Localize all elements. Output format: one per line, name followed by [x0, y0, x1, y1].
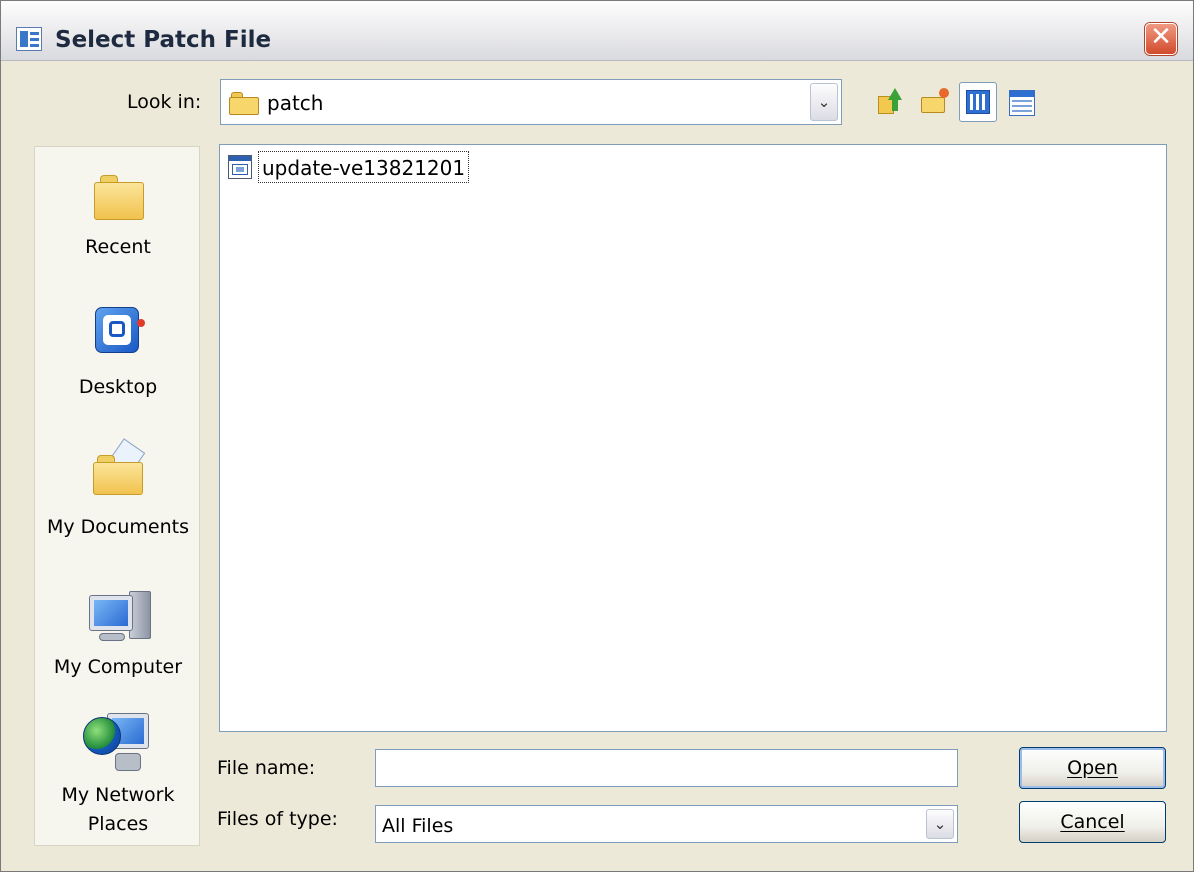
place-my-network-places[interactable]: My Network Places: [35, 713, 201, 843]
app-window-icon: [16, 27, 42, 51]
cancel-button[interactable]: Cancel: [1019, 801, 1166, 843]
files-of-type-value: All Files: [382, 815, 454, 837]
place-my-documents[interactable]: My Documents: [35, 438, 201, 553]
file-name-text: update-ve13821201: [258, 151, 470, 183]
file-name-label: File name:: [217, 757, 316, 779]
chevron-down-icon: ⌄: [817, 93, 831, 111]
files-of-type-dropdown-button[interactable]: ⌄: [926, 809, 954, 839]
application-file-icon: [228, 155, 252, 179]
place-desktop[interactable]: Desktop: [35, 305, 201, 415]
place-recent[interactable]: Recent: [35, 175, 201, 285]
file-list[interactable]: update-ve13821201: [219, 144, 1167, 732]
file-name-field[interactable]: [375, 749, 958, 787]
look-in-dropdown-button[interactable]: ⌄: [810, 83, 838, 121]
place-label: Desktop: [78, 376, 158, 398]
close-button[interactable]: ✕: [1145, 22, 1177, 55]
look-in-combobox[interactable]: patch ⌄: [220, 79, 842, 125]
create-new-folder-icon[interactable]: [919, 84, 951, 120]
place-label: My Computer: [53, 656, 183, 678]
place-label: Recent: [85, 236, 151, 258]
cancel-button-label: Cancel: [1060, 811, 1125, 833]
title-bar[interactable]: Select Patch File ✕: [1, 1, 1193, 61]
places-bar: Recent Desktop My Documents My Computer …: [34, 146, 200, 846]
place-label: My Network Places: [61, 784, 175, 835]
up-one-level-icon[interactable]: [874, 84, 906, 120]
place-label: My Documents: [46, 516, 189, 538]
look-in-label: Look in:: [127, 91, 202, 113]
my-documents-icon: [93, 438, 147, 495]
recent-folder-icon: [94, 175, 144, 221]
place-my-computer[interactable]: My Computer: [35, 587, 201, 697]
folder-icon: [229, 92, 259, 115]
file-name-input[interactable]: [376, 750, 957, 786]
look-in-value: patch: [267, 91, 324, 115]
my-computer-icon: [89, 587, 155, 645]
dialog-title: Select Patch File: [55, 27, 272, 53]
open-button-label: Open: [1067, 757, 1118, 779]
select-patch-file-dialog: Select Patch File ✕ Look in: patch ⌄ Rec…: [0, 0, 1194, 872]
view-menu-icon[interactable]: [959, 82, 997, 122]
chevron-down-icon: ⌄: [933, 815, 947, 833]
network-places-icon: [83, 713, 155, 775]
desktop-icon: [95, 305, 145, 355]
open-button[interactable]: Open: [1019, 747, 1166, 789]
files-of-type-combobox[interactable]: All Files ⌄: [375, 805, 958, 843]
files-of-type-label: Files of type:: [217, 808, 338, 830]
details-view-icon[interactable]: [1005, 84, 1037, 120]
close-icon: ✕: [1150, 22, 1172, 52]
